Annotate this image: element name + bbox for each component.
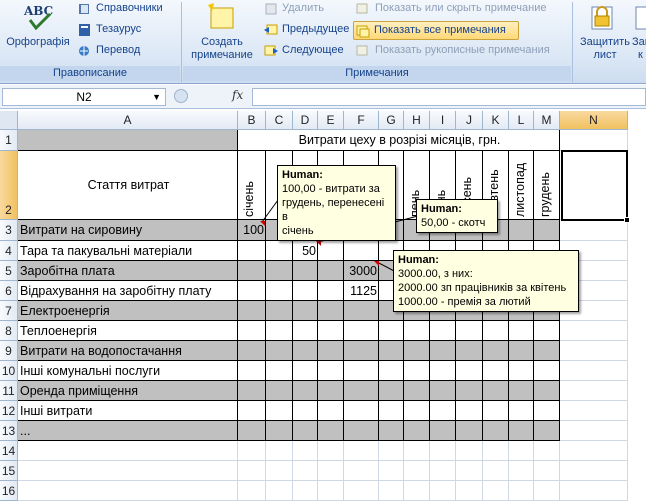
comment-indicator[interactable] bbox=[260, 221, 265, 226]
comment-indicator[interactable] bbox=[374, 261, 379, 266]
comment-connectors bbox=[261, 199, 419, 273]
comment-box[interactable]: Human: 100,00 - витрати за грудень, перене… bbox=[277, 165, 396, 241]
comment-text-line: 50,00 - скотч bbox=[421, 217, 486, 229]
comment-text-line: січень bbox=[282, 225, 314, 237]
comment-text-line: грудень, перенесені в bbox=[282, 197, 385, 223]
comment-arrow bbox=[261, 199, 279, 223]
comment-text-line: 1000.00 - премія за лютий bbox=[398, 296, 531, 308]
comment-indicator[interactable] bbox=[316, 241, 321, 246]
comment-text-line: 100,00 - витрати за bbox=[282, 183, 380, 195]
comment-text-line: 3000.00, з них: bbox=[398, 268, 473, 280]
comment-author: Human: bbox=[421, 203, 462, 215]
comment-author: Human: bbox=[398, 254, 439, 266]
comment-box[interactable]: Human: 50,00 - скотч bbox=[416, 199, 498, 233]
comment-text-line: 2000.00 зп працівників за квітень bbox=[398, 282, 567, 294]
comment-author: Human: bbox=[282, 169, 323, 181]
comment-box[interactable]: Human: 3000.00, з них: 2000.00 зп працівни… bbox=[393, 250, 579, 312]
